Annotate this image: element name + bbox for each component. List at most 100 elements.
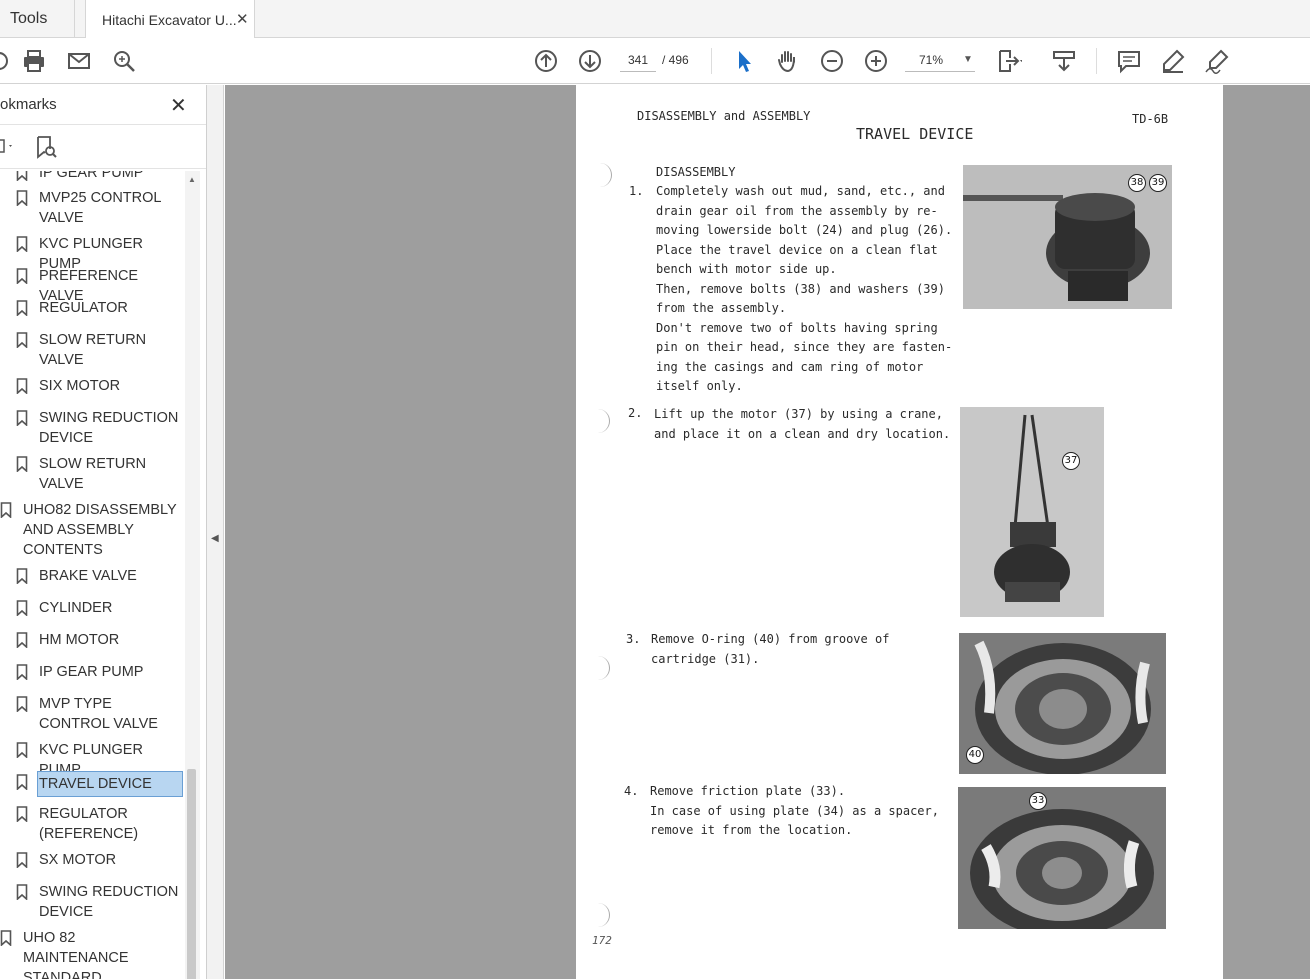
section-heading: DISASSEMBLY: [656, 165, 736, 179]
toolbar-divider: [711, 48, 712, 74]
zoom-level-select[interactable]: 71% ▼: [905, 50, 975, 72]
bookmark-label: SLOW RETURN VALVE: [39, 456, 147, 492]
callout-38: 38: [1128, 174, 1146, 192]
bookmark-item[interactable]: REGULATOR: [0, 298, 185, 318]
tab-tools[interactable]: Tools: [0, 0, 75, 38]
search-icon[interactable]: [111, 48, 137, 74]
step-text: Remove O-ring (40) from groove of cartrid…: [651, 630, 889, 669]
bookmark-label: UHO 82 MAINTENANCE STANDARD: [23, 930, 129, 979]
bookmark-label: IP GEAR PUMP: [39, 171, 144, 181]
step-number: 3.: [626, 632, 641, 646]
bookmark-item[interactable]: BRAKE VALVE: [0, 566, 185, 586]
bookmark-item[interactable]: SX MOTOR: [0, 850, 185, 870]
bookmark-item[interactable]: REGULATOR (REFERENCE): [0, 804, 185, 844]
bookmark-item[interactable]: SLOW RETURN VALVE: [0, 330, 185, 370]
step-line: Place the travel device on a clean flat: [656, 242, 938, 257]
bookmarks-scrollbar[interactable]: ▲: [185, 171, 200, 979]
page-header-right: TD-6B: [1132, 112, 1169, 126]
bookmark-item[interactable]: SWING REDUCTION DEVICE: [0, 408, 185, 448]
bookmark-icon: [16, 568, 28, 585]
sign-icon[interactable]: [1204, 48, 1230, 74]
bookmark-label: REGULATOR (REFERENCE): [39, 806, 139, 842]
page-layout-icon[interactable]: [996, 48, 1023, 74]
step-line: moving lowerside bolt (24) and plug (26)…: [656, 223, 953, 237]
select-tool-icon[interactable]: [731, 48, 757, 74]
toolbar-divider: [1096, 48, 1097, 74]
photo-o-ring: 40: [959, 633, 1166, 774]
scroll-mode-icon[interactable]: [1051, 48, 1077, 74]
step-line: Remove O-ring (40) from groove of: [651, 632, 890, 646]
bookmark-icon: [16, 190, 28, 207]
bookmark-item[interactable]: UHO 82 MAINTENANCE STANDARD: [0, 928, 185, 979]
bookmark-item[interactable]: SLOW RETURN VALVE: [0, 454, 185, 494]
options-menu-icon[interactable]: [0, 139, 18, 155]
bookmark-item[interactable]: IP GEAR PUMP: [0, 662, 185, 682]
pdf-page: DISASSEMBLY and ASSEMBLY TD-6B TRAVEL DE…: [576, 85, 1223, 979]
close-icon[interactable]: ✕: [170, 93, 187, 118]
page-number-input[interactable]: 341: [620, 50, 656, 72]
panel-collapse-handle[interactable]: ◀: [207, 85, 224, 979]
scroll-up-icon[interactable]: ▲: [188, 175, 196, 184]
zoom-out-icon[interactable]: [819, 48, 845, 74]
tab-document-label: Hitachi Excavator U...: [102, 12, 237, 28]
punch-hole: [590, 656, 610, 680]
bookmark-item[interactable]: UHO82 DISASSEMBLY AND ASSEMBLY CONTENTS: [0, 500, 185, 560]
save-icon[interactable]: [0, 48, 12, 74]
bookmark-label: MVP TYPE CONTROL VALVE: [39, 696, 158, 732]
bookmark-item[interactable]: SWING REDUCTION DEVICE: [0, 882, 185, 922]
bookmark-icon: [16, 171, 28, 182]
close-tab-icon[interactable]: ✕: [236, 10, 249, 28]
step-line: remove it from the location.: [650, 823, 853, 837]
bookmark-item[interactable]: TRAVEL DEVICE: [0, 771, 185, 797]
step-line: drain gear oil from the assembly by re-: [656, 203, 938, 218]
find-bookmark-icon[interactable]: [34, 135, 58, 159]
bookmark-icon: [16, 236, 28, 253]
next-page-icon[interactable]: [577, 48, 603, 74]
step-line: bench with motor side up.: [656, 262, 837, 276]
bookmark-label: CYLINDER: [39, 600, 113, 616]
step-text: Lift up the motor (37) by using a crane,…: [654, 405, 950, 444]
bookmark-list: IP GEAR PUMP MVP25 CONTROL VALVE KVC PLUNG…: [0, 171, 185, 979]
pdf-viewer-window: Tools Hitachi Excavator U... ✕ 341 / 496: [0, 0, 1310, 979]
bookmark-item[interactable]: IP GEAR PUMP: [0, 171, 185, 183]
bookmark-item[interactable]: MVP25 CONTROL VALVE: [0, 188, 185, 228]
page-header-left: DISASSEMBLY and ASSEMBLY: [637, 109, 811, 123]
tab-document[interactable]: Hitachi Excavator U...: [85, 0, 255, 39]
callout-39: 39: [1149, 174, 1167, 192]
zoom-in-icon[interactable]: [863, 48, 889, 74]
collapse-left-icon[interactable]: ◀: [211, 533, 219, 544]
hand-tool-icon[interactable]: [775, 48, 801, 74]
scrollbar-thumb[interactable]: [187, 769, 196, 979]
chevron-down-icon: ▼: [963, 54, 973, 65]
bookmark-item[interactable]: HM MOTOR: [0, 630, 185, 650]
bookmark-item[interactable]: KVC PLUNGER PUMP: [0, 234, 185, 272]
document-viewport[interactable]: DISASSEMBLY and ASSEMBLY TD-6B TRAVEL DE…: [225, 85, 1310, 979]
bookmark-item[interactable]: PREFERENCE VALVE: [0, 266, 185, 304]
bookmark-label: REGULATOR: [39, 300, 128, 316]
bookmark-item[interactable]: MVP TYPE CONTROL VALVE: [0, 694, 185, 734]
bookmark-label: SIX MOTOR: [39, 378, 121, 394]
bookmark-item[interactable]: SIX MOTOR: [0, 376, 185, 396]
highlight-icon[interactable]: [1160, 48, 1186, 74]
photo-friction-plate: 33: [958, 787, 1166, 929]
bookmark-icon: [16, 410, 28, 427]
bookmark-icon: [16, 456, 28, 473]
step-text: Remove friction plate (33). In case of us…: [650, 782, 939, 841]
comment-icon[interactable]: [1116, 48, 1142, 74]
prev-page-icon[interactable]: [533, 48, 559, 74]
bookmark-icon: [16, 332, 28, 349]
email-icon[interactable]: [66, 48, 92, 74]
step-line: ing the casings and cam ring of motor: [656, 359, 924, 374]
bookmark-label: TRAVEL DEVICE: [37, 771, 183, 797]
bookmark-item[interactable]: CYLINDER: [0, 598, 185, 618]
bookmark-icon: [0, 502, 12, 519]
step-line: cartridge (31).: [651, 651, 760, 666]
punch-hole: [592, 163, 612, 187]
print-icon[interactable]: [21, 48, 47, 74]
bookmark-item[interactable]: KVC PLUNGER PUMP: [0, 740, 185, 778]
bookmark-label: HM MOTOR: [39, 632, 120, 648]
tab-bar: Tools Hitachi Excavator U... ✕: [0, 0, 1310, 39]
callout-40: 40: [966, 746, 984, 764]
photo-travel-device-top: 38 39: [963, 165, 1172, 309]
step-line: pin on their head, since they are fasten…: [656, 340, 953, 354]
